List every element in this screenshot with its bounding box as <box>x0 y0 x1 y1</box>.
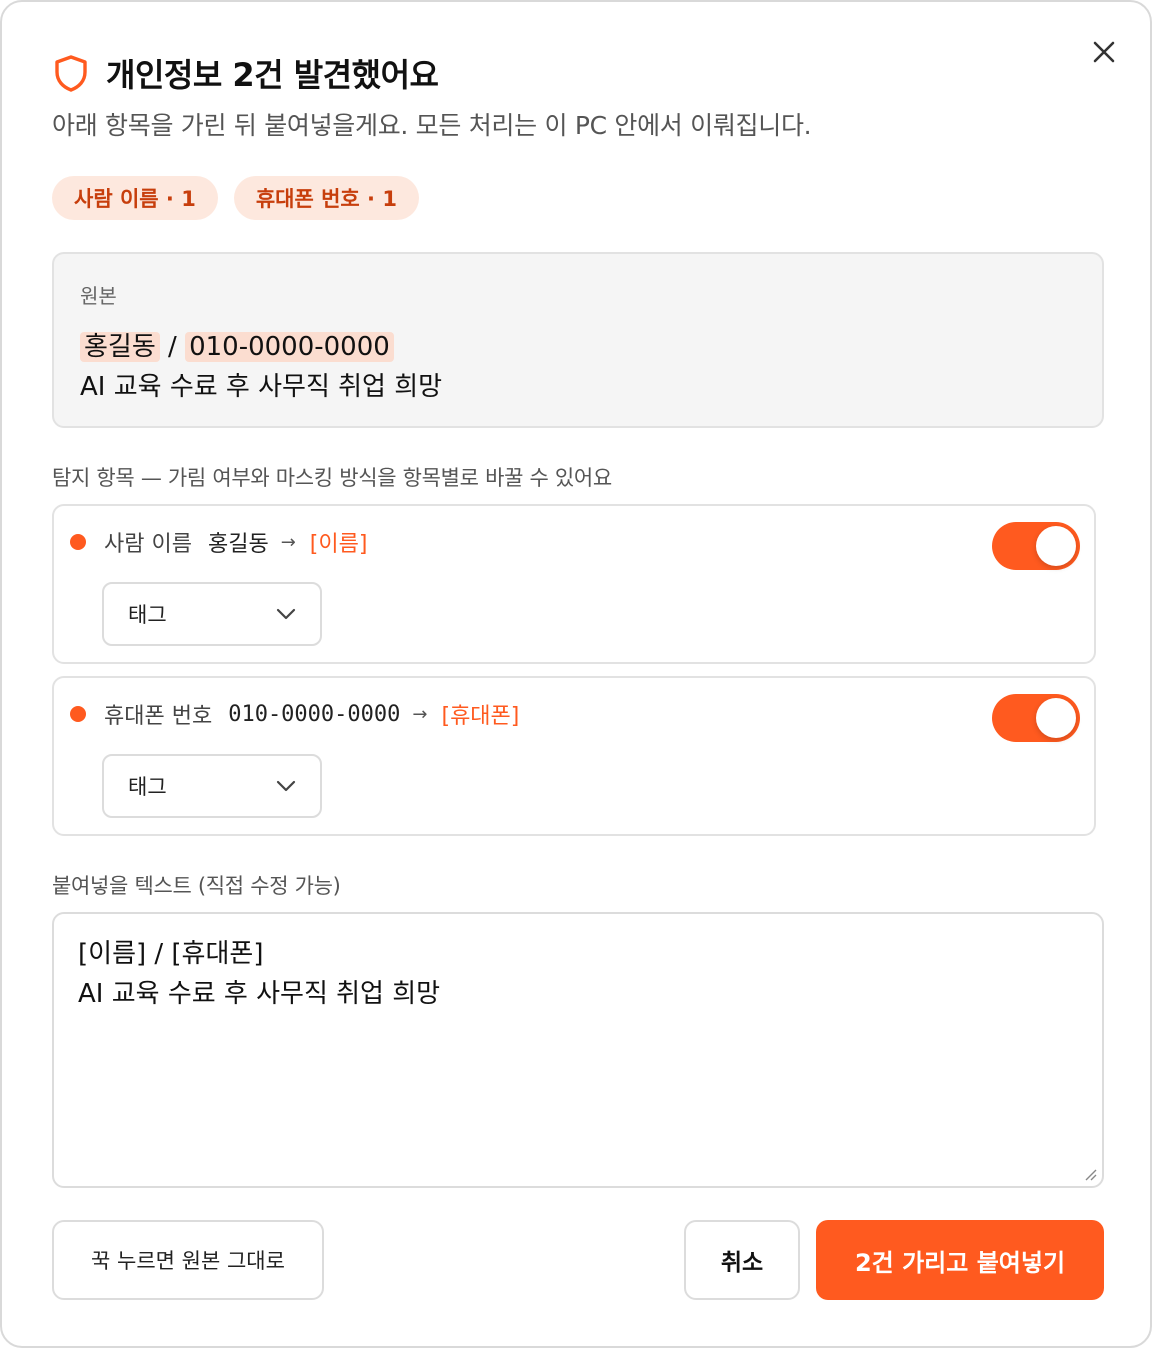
pii-dialog: 개인정보 2건 발견했어요 아래 항목을 가린 뒤 붙여넣을게요. 모든 처리는… <box>0 0 1152 1348</box>
item-type: 사람 이름 <box>104 532 192 557</box>
summary-chips: 사람 이름 · 1 휴대폰 번호 · 1 <box>52 176 419 220</box>
shield-icon <box>52 53 92 93</box>
item-replacement: [휴대폰] <box>441 704 520 729</box>
dialog-subtitle: 아래 항목을 가린 뒤 붙여넣을게요. 모든 처리는 이 PC 안에서 이뤄집니… <box>52 111 812 140</box>
item-type: 휴대폰 번호 <box>104 704 213 729</box>
original-label: 원본 <box>80 284 117 308</box>
item-value: 010-0000-0000 <box>228 701 401 727</box>
chevron-down-icon <box>276 608 296 620</box>
dialog-header: 개인정보 2건 발견했어요 <box>52 50 439 96</box>
item-summary: 휴대폰 번호 010-0000-0000 → [휴대폰] <box>70 696 519 732</box>
dialog-title: 개인정보 2건 발견했어요 <box>106 56 439 94</box>
paste-label: 붙여넣을 텍스트 (직접 수정 가능) <box>52 874 341 898</box>
mask-mode-select-phone[interactable]: 태그 <box>102 754 322 818</box>
close-icon <box>1093 41 1115 63</box>
item-value: 홍길동 <box>207 532 269 557</box>
chip-person-name: 사람 이름 · 1 <box>52 176 218 220</box>
close-button[interactable] <box>1088 36 1120 68</box>
mask-mode-select-name[interactable]: 태그 <box>102 582 322 646</box>
highlight-name: 홍길동 <box>80 332 160 362</box>
select-value: 태그 <box>128 603 167 627</box>
detected-item-name: 사람 이름 홍길동 → [이름] 태그 <box>52 504 1096 664</box>
item-summary: 사람 이름 홍길동 → [이름] <box>70 524 367 560</box>
cancel-button[interactable]: 취소 <box>684 1220 800 1300</box>
status-dot <box>70 706 86 722</box>
detected-item-phone: 휴대폰 번호 010-0000-0000 → [휴대폰] 태그 <box>52 676 1096 836</box>
highlight-phone: 010-0000-0000 <box>185 332 394 362</box>
arrow-icon: → <box>280 531 296 553</box>
paste-textarea[interactable]: [이름] / [휴대폰] AI 교육 수료 후 사무직 취업 희망 <box>52 912 1104 1188</box>
original-line-2: AI 교육 수료 후 사무직 취업 희망 <box>80 372 443 402</box>
item-replacement: [이름] <box>309 532 368 557</box>
status-dot <box>70 534 86 550</box>
hold-original-button[interactable]: 꾹 누르면 원본 그대로 <box>52 1220 324 1300</box>
toggle-knob <box>1036 526 1076 566</box>
mask-and-paste-button[interactable]: 2건 가리고 붙여넣기 <box>816 1220 1104 1300</box>
original-separator: / <box>159 332 186 362</box>
resize-grip-icon[interactable] <box>1082 1166 1098 1182</box>
mask-toggle-name[interactable] <box>992 522 1080 570</box>
select-value: 태그 <box>128 775 167 799</box>
toggle-knob <box>1036 698 1076 738</box>
original-line-1: 홍길동 / 010-0000-0000 <box>80 327 1076 367</box>
chip-phone-number: 휴대폰 번호 · 1 <box>233 176 419 220</box>
chevron-down-icon <box>276 780 296 792</box>
arrow-icon: → <box>412 703 428 725</box>
mask-toggle-phone[interactable] <box>992 694 1080 742</box>
original-preview: 원본 홍길동 / 010-0000-0000 AI 교육 수료 후 사무직 취업… <box>52 252 1104 428</box>
detected-label: 탐지 항목 — 가림 여부와 마스킹 방식을 항목별로 바꿀 수 있어요 <box>52 466 612 490</box>
